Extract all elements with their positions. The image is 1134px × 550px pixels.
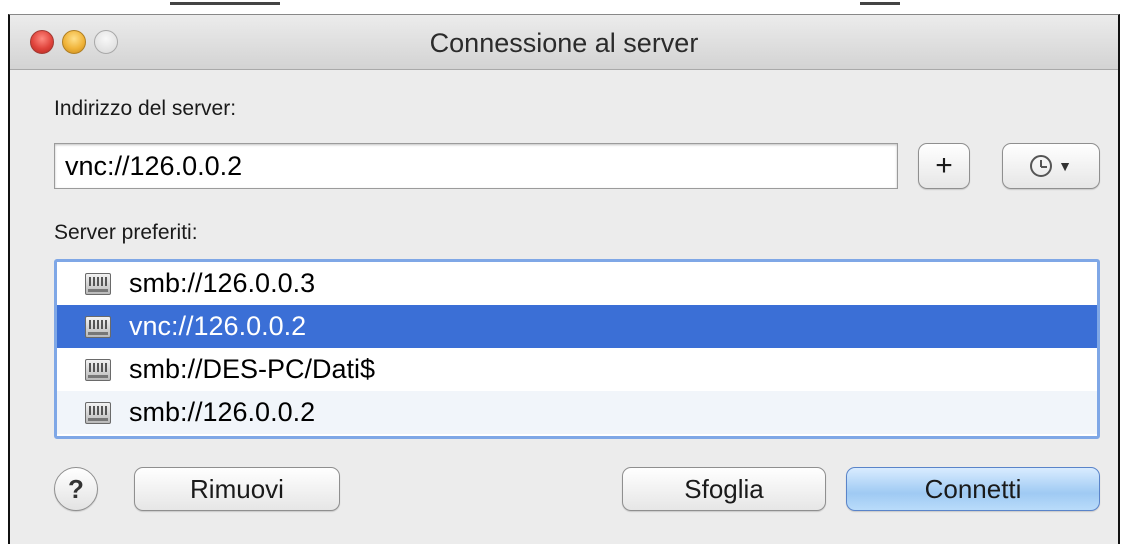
list-item[interactable]: smb://126.0.0.3 xyxy=(57,262,1097,305)
add-favorite-button[interactable]: + xyxy=(918,143,970,189)
connect-button[interactable]: Connetti xyxy=(846,467,1100,511)
server-icon xyxy=(85,272,111,295)
connect-to-server-window: Connessione al server Indirizzo del serv… xyxy=(8,14,1120,544)
server-icon xyxy=(85,358,111,381)
clock-icon xyxy=(1030,155,1053,177)
browse-label: Sfoglia xyxy=(684,473,764,504)
help-button[interactable]: ? xyxy=(54,467,98,511)
server-address-input[interactable] xyxy=(54,143,898,189)
connect-label: Connetti xyxy=(924,473,1022,504)
list-item-label: smb://DES-PC/Dati$ xyxy=(129,354,376,384)
list-item-selected[interactable]: vnc://126.0.0.2 xyxy=(57,305,1097,348)
remove-label: Rimuovi xyxy=(190,473,284,504)
remove-button[interactable]: Rimuovi xyxy=(134,467,340,511)
list-item[interactable]: smb://126.0.0.2 xyxy=(57,391,1097,434)
server-icon xyxy=(85,315,111,338)
favorite-servers-list[interactable]: smb://126.0.0.3 vnc://126.0.0.2 smb://DE… xyxy=(54,259,1100,439)
list-item[interactable]: smb://DES-PC/Dati$ xyxy=(57,348,1097,391)
favorite-servers-label: Server preferiti: xyxy=(54,221,198,244)
window-title: Connessione al server xyxy=(429,28,699,58)
server-icon xyxy=(85,401,111,424)
add-label: + xyxy=(935,149,953,182)
recent-servers-button[interactable]: ▼ xyxy=(1002,143,1100,189)
background-text-fragment xyxy=(860,2,900,5)
browse-button[interactable]: Sfoglia xyxy=(622,467,826,511)
background-window-strip xyxy=(0,0,1134,14)
server-address-label: Indirizzo del server: xyxy=(54,97,237,120)
list-item-label: smb://126.0.0.3 xyxy=(129,268,316,298)
list-item-label: vnc://126.0.0.2 xyxy=(129,311,307,341)
help-icon: ? xyxy=(68,473,84,504)
list-item-label: smb://126.0.0.2 xyxy=(129,397,316,427)
background-text-fragment xyxy=(170,2,280,5)
chevron-down-icon: ▼ xyxy=(1058,158,1072,174)
title-bar: Connessione al server xyxy=(10,15,1118,70)
